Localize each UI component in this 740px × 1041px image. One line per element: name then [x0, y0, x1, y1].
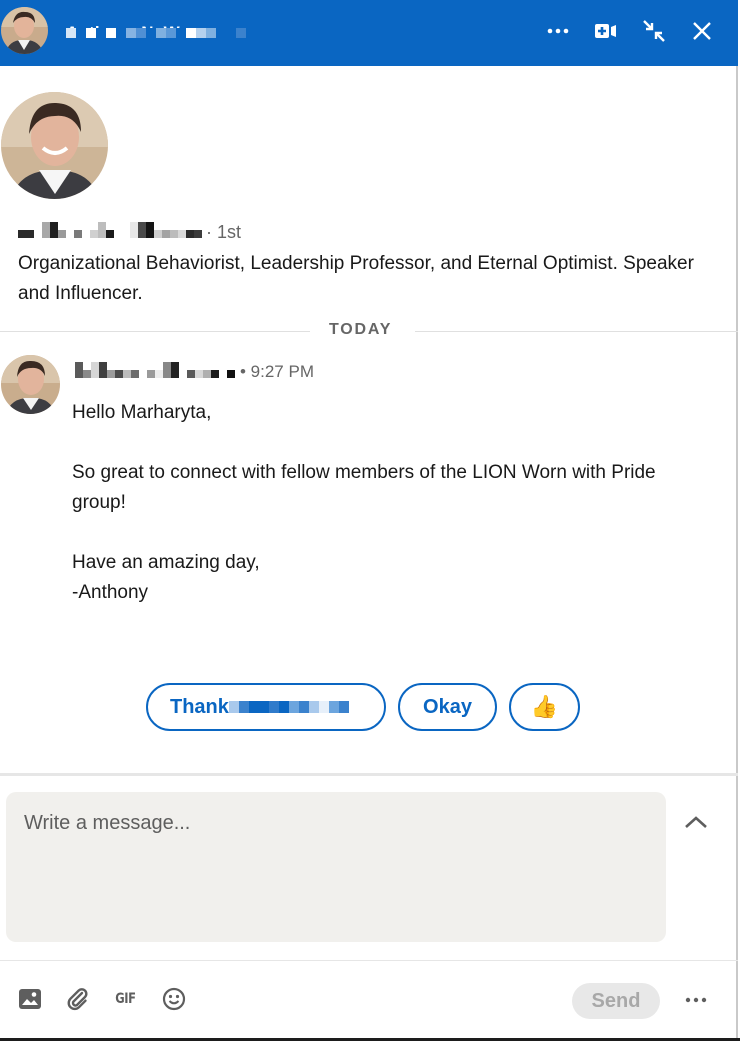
composer-separator: [0, 773, 738, 776]
collapse-arrows-icon: [643, 20, 665, 42]
close-icon: [693, 22, 711, 40]
messaging-window: Anthony N. Warren: [0, 0, 738, 1038]
message-line: Have an amazing day,: [72, 552, 260, 573]
message-line: [72, 518, 672, 548]
quick-reply-label: Thank: [170, 695, 229, 718]
message-line: So great to connect with fellow members …: [72, 462, 656, 513]
profile-name-row: · 1st: [18, 220, 241, 244]
quick-reply-thumbs-up[interactable]: 👍: [509, 683, 580, 731]
message-body: Hello Marharyta, So great to connect wit…: [72, 398, 672, 608]
sender-name-obscured[interactable]: [75, 362, 235, 378]
video-call-button[interactable]: [589, 14, 623, 48]
profile-photo[interactable]: [1, 92, 108, 199]
minimize-button[interactable]: [637, 14, 671, 48]
quick-replies: Thank Okay 👍: [146, 683, 580, 731]
expand-composer-button[interactable]: [680, 808, 712, 836]
connection-degree: · 1st: [206, 221, 242, 242]
video-call-icon: [595, 24, 616, 38]
message-meta: • 9:27 PM: [75, 360, 314, 384]
day-divider: TODAY: [0, 321, 738, 343]
day-label: TODAY: [329, 321, 393, 338]
gif-icon: GIF: [114, 991, 136, 1007]
close-button[interactable]: [685, 14, 719, 48]
composer-options-button[interactable]: [682, 988, 710, 1012]
emoji-icon: [162, 987, 186, 1011]
conversation-header[interactable]: Anthony N. Warren: [0, 0, 738, 66]
more-horizontal-icon: [547, 28, 569, 34]
message-line: Hello Marharyta,: [72, 402, 212, 423]
header-avatar[interactable]: [1, 7, 48, 54]
quick-reply-okay[interactable]: Okay: [398, 683, 497, 731]
name-pixelation: [66, 28, 246, 38]
divider-line: [415, 331, 738, 332]
message-line: [72, 428, 672, 458]
attach-image-button[interactable]: [17, 986, 43, 1012]
message-composer[interactable]: [6, 792, 666, 942]
image-icon: [19, 989, 41, 1009]
message-line: -Anthony: [72, 582, 149, 603]
more-horizontal-icon: [685, 997, 707, 1003]
profile-headline: Organizational Behaviorist, Leadership P…: [18, 253, 694, 304]
gif-button[interactable]: GIF: [112, 986, 138, 1012]
quick-reply-obscured-text: [228, 701, 349, 713]
emoji-button[interactable]: [161, 986, 187, 1012]
quick-reply-thanks[interactable]: Thank: [146, 683, 386, 731]
message-timestamp: • 9:27 PM: [240, 362, 314, 381]
sender-avatar[interactable]: [1, 355, 60, 414]
toolbar-separator: [0, 960, 738, 961]
message-input[interactable]: [6, 792, 666, 942]
chevron-up-icon: [685, 816, 707, 828]
paperclip-icon: [67, 988, 88, 1011]
thumbs-up-icon: 👍: [530, 694, 559, 719]
more-options-button[interactable]: [541, 14, 575, 48]
profile-name-obscured[interactable]: [18, 222, 202, 238]
send-button[interactable]: Send: [572, 983, 660, 1019]
attach-file-button[interactable]: [65, 986, 91, 1012]
divider-line: [0, 331, 310, 332]
